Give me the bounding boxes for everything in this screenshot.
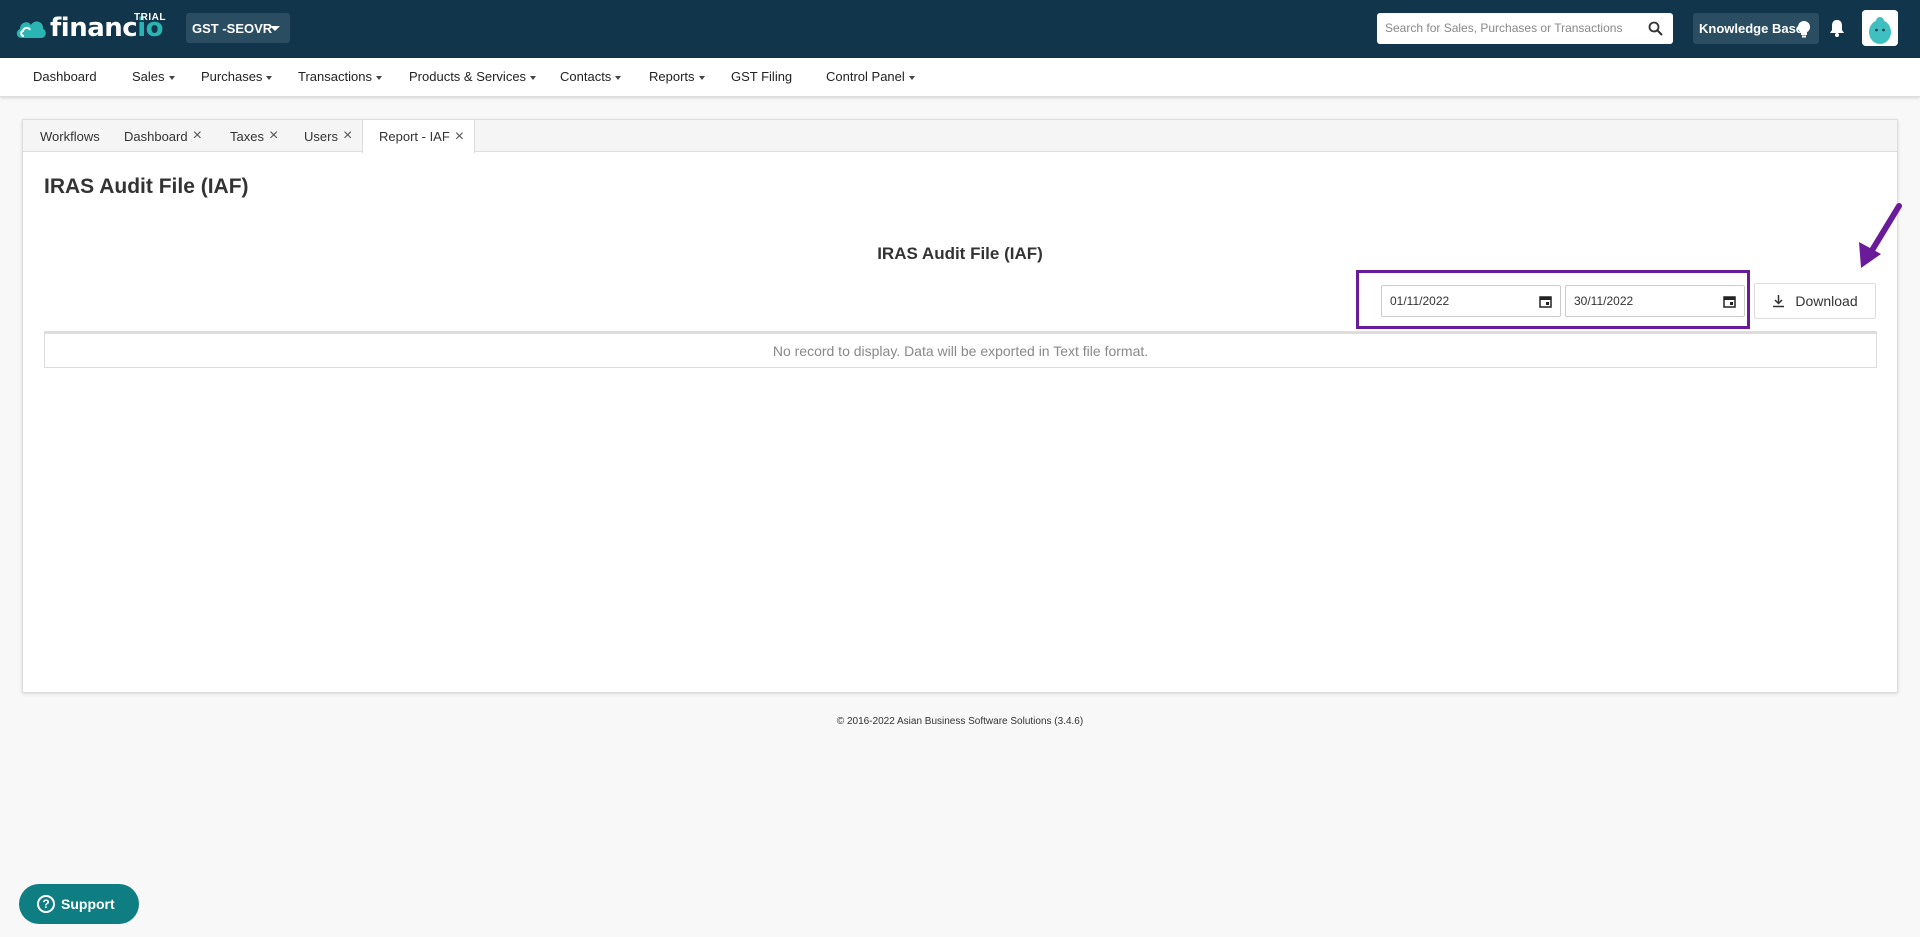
tab-taxes[interactable]: Taxes ×	[230, 120, 278, 152]
caret-down-icon	[270, 26, 280, 31]
support-label: Support	[61, 896, 115, 912]
download-label: Download	[1795, 293, 1858, 309]
dropdown-caret-icon	[530, 75, 537, 80]
menu-reports[interactable]: Reports	[649, 69, 705, 84]
menu-label: GST Filing	[731, 69, 793, 84]
close-icon[interactable]: ×	[343, 128, 352, 144]
dropdown-caret-icon	[615, 75, 622, 80]
report-panel: Workflows Dashboard × Taxes × Users × Repor…	[22, 119, 1898, 693]
date-to-field[interactable]: 30/11/2022	[1565, 285, 1745, 317]
menu-sales[interactable]: Sales	[132, 69, 175, 84]
knowledge-base-button[interactable]: Knowledge Base	[1693, 13, 1819, 44]
close-icon[interactable]: ×	[193, 128, 202, 144]
search-input[interactable]	[1385, 13, 1635, 42]
main-menu: Dashboard Sales Purchases Transactions P…	[0, 58, 1920, 97]
notification-bell-icon[interactable]	[1829, 19, 1845, 37]
menu-transactions[interactable]: Transactions	[298, 69, 382, 84]
close-icon[interactable]: ×	[269, 128, 278, 144]
tab-label: Taxes	[230, 128, 264, 144]
tab-label: Workflows	[40, 128, 100, 144]
annotation-arrow-icon	[1859, 203, 1902, 268]
tab-bar: Workflows Dashboard × Taxes × Users × Repor…	[23, 120, 1897, 153]
download-button[interactable]: Download	[1754, 283, 1876, 319]
organization-name: GST -SEOVR	[192, 20, 273, 36]
dropdown-caret-icon	[168, 75, 175, 80]
page-title: IRAS Audit File (IAF)	[44, 175, 249, 198]
logo-text: financ	[50, 13, 138, 43]
dropdown-caret-icon	[908, 75, 915, 80]
tab-label: Report - IAF	[379, 129, 450, 144]
top-header: financio TRIAL GST -SEOVR Knowledge Base	[0, 0, 1920, 58]
menu-label: Control Panel	[826, 69, 905, 84]
close-icon[interactable]: ×	[455, 128, 464, 145]
menu-contacts[interactable]: Contacts	[560, 69, 622, 84]
support-button[interactable]: ? Support	[19, 884, 139, 924]
tab-workflows[interactable]: Workflows	[40, 120, 100, 152]
menu-purchases[interactable]: Purchases	[201, 69, 273, 84]
date-to-value: 30/11/2022	[1574, 294, 1634, 308]
menu-label: Sales	[132, 69, 165, 84]
menu-products-services[interactable]: Products & Services	[409, 69, 537, 84]
calendar-icon[interactable]	[1539, 295, 1552, 308]
menu-label: Dashboard	[33, 69, 97, 84]
dropdown-caret-icon	[375, 75, 382, 80]
footer-copyright: © 2016-2022 Asian Business Software Solu…	[836, 716, 1084, 727]
knowledge-base-label: Knowledge Base	[1699, 21, 1804, 36]
menu-control-panel[interactable]: Control Panel	[826, 69, 915, 84]
menu-dashboard[interactable]: Dashboard	[33, 69, 97, 84]
help-icon: ?	[37, 895, 55, 913]
menu-label: Transactions	[298, 69, 372, 84]
organization-selector[interactable]: GST -SEOVR	[186, 13, 290, 43]
user-avatar[interactable]	[1862, 10, 1898, 46]
menu-gst-filing[interactable]: GST Filing	[731, 69, 792, 84]
tab-users[interactable]: Users ×	[304, 120, 352, 152]
tab-label: Dashboard	[124, 128, 188, 144]
menu-label: Purchases	[201, 69, 263, 84]
menu-label: Reports	[649, 69, 695, 84]
date-from-value: 01/11/2022	[1390, 294, 1450, 308]
avatar-icon	[1862, 10, 1898, 46]
lightbulb-icon	[1798, 21, 1810, 38]
menu-label: Contacts	[560, 69, 612, 84]
cloud-logo-icon	[16, 21, 46, 38]
dropdown-caret-icon	[266, 75, 273, 80]
tab-report-iaf[interactable]: Report - IAF ×	[362, 120, 476, 153]
calendar-icon[interactable]	[1723, 295, 1736, 308]
tab-dashboard[interactable]: Dashboard ×	[124, 120, 202, 152]
report-title: IRAS Audit File (IAF)	[877, 244, 1043, 263]
download-icon	[1773, 295, 1785, 308]
date-from-field[interactable]: 01/11/2022	[1381, 285, 1561, 317]
global-search	[1377, 13, 1673, 44]
menu-label: Products & Services	[409, 69, 527, 84]
dropdown-caret-icon	[698, 75, 705, 80]
empty-records-message: No record to display. Data will be expor…	[44, 331, 1877, 368]
trial-badge: TRIAL	[134, 12, 166, 23]
tab-label: Users	[304, 128, 338, 144]
search-icon[interactable]	[1648, 21, 1663, 36]
